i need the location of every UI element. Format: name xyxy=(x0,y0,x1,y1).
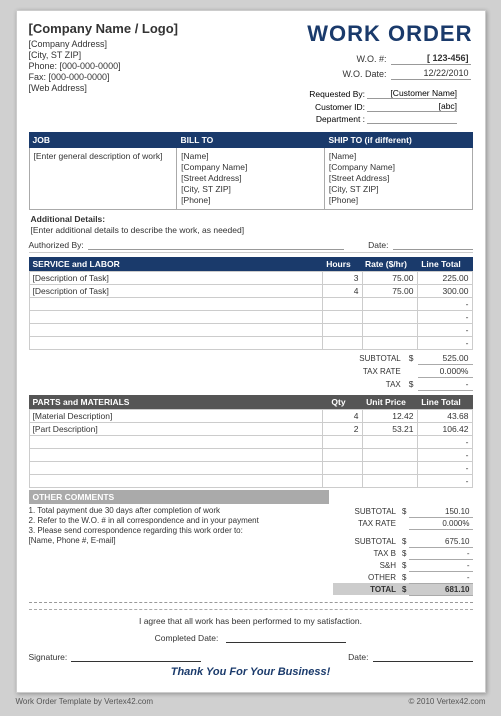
shipto-section-header: SHIP TO (if different) xyxy=(325,134,473,146)
service-linetotal-col: Line Total xyxy=(414,259,469,269)
parts-row: - xyxy=(29,475,472,488)
sig-date-label: Date: xyxy=(348,652,368,662)
shipto-phone: [Phone] xyxy=(329,195,468,205)
customer-id-label: Customer ID: xyxy=(309,101,365,112)
totals-snh-label: S&H xyxy=(333,559,400,571)
service-row: - xyxy=(29,324,472,337)
service-row: - xyxy=(29,337,472,350)
parts-qty-col: Qty xyxy=(319,397,359,407)
billto-section-header: BILL TO xyxy=(177,134,325,146)
totals-subtotal-label: SUBTOTAL xyxy=(333,536,400,548)
company-name: [Company Name / Logo] xyxy=(29,21,179,36)
parts-taxrate-label: TAX RATE xyxy=(333,518,400,530)
company-city: [City, ST ZIP] xyxy=(29,50,179,60)
service-table: [Description of Task] 3 75.00 225.00 [De… xyxy=(29,271,473,350)
authorized-label: Authorized By: xyxy=(29,240,84,250)
comment-line: 3. Please send correspondence regarding … xyxy=(29,526,329,535)
totals-other-label: OTHER xyxy=(333,571,400,583)
service-tax-dollar: $ xyxy=(405,378,418,391)
completed-date-label: Completed Date: xyxy=(155,633,219,643)
service-hours-col: Hours xyxy=(319,259,359,269)
service-subtotal-dollar: $ xyxy=(405,352,418,365)
wo-number-value: [ 123-456] xyxy=(391,52,471,65)
parts-table: [Material Description] 4 12.42 43.68 [Pa… xyxy=(29,409,473,488)
wo-number-label: W.O. #: xyxy=(340,52,388,65)
dept-label: Department : xyxy=(309,114,365,124)
company-web: [Web Address] xyxy=(29,83,179,93)
totals-taxb-label: TAX B xyxy=(333,547,400,559)
totals-total-label: TOTAL xyxy=(333,583,400,595)
service-row: [Description of Task] 4 75.00 300.00 xyxy=(29,285,472,298)
authorized-date-label: Date: xyxy=(368,240,388,250)
shipto-city: [City, ST ZIP] xyxy=(329,184,468,194)
service-subtotal-value: 525.00 xyxy=(418,352,473,365)
page-title: WORK ORDER xyxy=(307,21,472,47)
totals-taxb-value: - xyxy=(409,547,472,559)
additional-text: [Enter additional details to describe th… xyxy=(31,225,471,235)
comments-section: 1. Total payment due 30 days after compl… xyxy=(29,506,329,545)
service-tax-label: TAX xyxy=(355,378,405,391)
wo-date-value: 12/22/2010 xyxy=(391,67,471,80)
dept-value xyxy=(367,114,457,124)
service-tax-value: - xyxy=(418,378,473,391)
company-fax: Fax: [000-000-0000] xyxy=(29,72,179,82)
additional-label: Additional Details: xyxy=(31,214,106,224)
parts-price-col: Unit Price xyxy=(359,397,414,407)
parts-subtotal-value: 150.10 xyxy=(409,506,472,518)
agree-text: I agree that all work has been performed… xyxy=(29,616,473,626)
service-row: - xyxy=(29,311,472,324)
billto-phone: [Phone] xyxy=(181,195,320,205)
service-row: [Description of Task] 3 75.00 225.00 xyxy=(29,272,472,285)
parts-row: [Material Description] 4 12.42 43.68 xyxy=(29,410,472,423)
customer-id-value: [abc] xyxy=(367,101,457,112)
job-section-header: JOB xyxy=(29,134,177,146)
service-subtotal-section: SUBTOTAL $ 525.00 TAX RATE 0.000% TAX $ … xyxy=(29,352,473,391)
service-rate-col: Rate ($/hr) xyxy=(359,259,414,269)
billto-col: [Name] [Company Name] [Street Address] [… xyxy=(177,148,325,209)
parts-row: - xyxy=(29,436,472,449)
signature-label: Signature: xyxy=(29,652,68,662)
parts-row: - xyxy=(29,449,472,462)
comment-line: 2. Refer to the W.O. # in all correspond… xyxy=(29,516,329,525)
job-description-text: [Enter general description of work] xyxy=(34,151,173,161)
parts-taxrate-value: 0.000% xyxy=(409,518,472,530)
service-header: SERVICE and LABOR xyxy=(33,259,319,269)
billto-city: [City, ST ZIP] xyxy=(181,184,320,194)
requested-by-label: Requested By: xyxy=(309,88,365,99)
parts-subtotal-label: SUBTOTAL xyxy=(333,506,400,518)
totals-table: SUBTOTAL $ 150.10 TAX RATE 0.000% SUBTOT… xyxy=(333,506,473,596)
billto-company: [Company Name] xyxy=(181,162,320,172)
footer-left: Work Order Template by Vertex42.com xyxy=(16,697,154,706)
parts-header: PARTS and MATERIALS xyxy=(33,397,319,407)
shipto-street: [Street Address] xyxy=(329,173,468,183)
shipto-col: [Name] [Company Name] [Street Address] [… xyxy=(325,148,472,209)
thank-you: Thank You For Your Business! xyxy=(29,666,473,678)
footer-right: © 2010 Vertex42.com xyxy=(408,697,485,706)
service-taxrate-value: 0.000% xyxy=(418,365,473,378)
comment-line: 1. Total payment due 30 days after compl… xyxy=(29,506,329,515)
comment-line: [Name, Phone #, E-mail] xyxy=(29,536,329,545)
service-subtotal-label: SUBTOTAL xyxy=(355,352,405,365)
parts-row: - xyxy=(29,462,472,475)
job-description-col: [Enter general description of work] xyxy=(30,148,178,209)
comments-header: OTHER COMMENTS xyxy=(29,490,329,504)
shipto-name: [Name] xyxy=(329,151,468,161)
requested-by-value: [Customer Name] xyxy=(367,88,457,99)
shipto-company: [Company Name] xyxy=(329,162,468,172)
totals-snh-value: - xyxy=(409,559,472,571)
parts-linetotal-col: Line Total xyxy=(414,397,469,407)
totals-total-value: 681.10 xyxy=(409,583,472,595)
totals-subtotal-value: 675.10 xyxy=(409,536,472,548)
totals-other-value: - xyxy=(409,571,472,583)
company-address: [Company Address] xyxy=(29,39,179,49)
company-phone: Phone: [000-000-0000] xyxy=(29,61,179,71)
service-taxrate-label: TAX RATE xyxy=(355,365,405,378)
billto-name: [Name] xyxy=(181,151,320,161)
wo-date-label: W.O. Date: xyxy=(340,67,388,80)
parts-row: [Part Description] 2 53.21 106.42 xyxy=(29,423,472,436)
service-row: - xyxy=(29,298,472,311)
billto-street: [Street Address] xyxy=(181,173,320,183)
